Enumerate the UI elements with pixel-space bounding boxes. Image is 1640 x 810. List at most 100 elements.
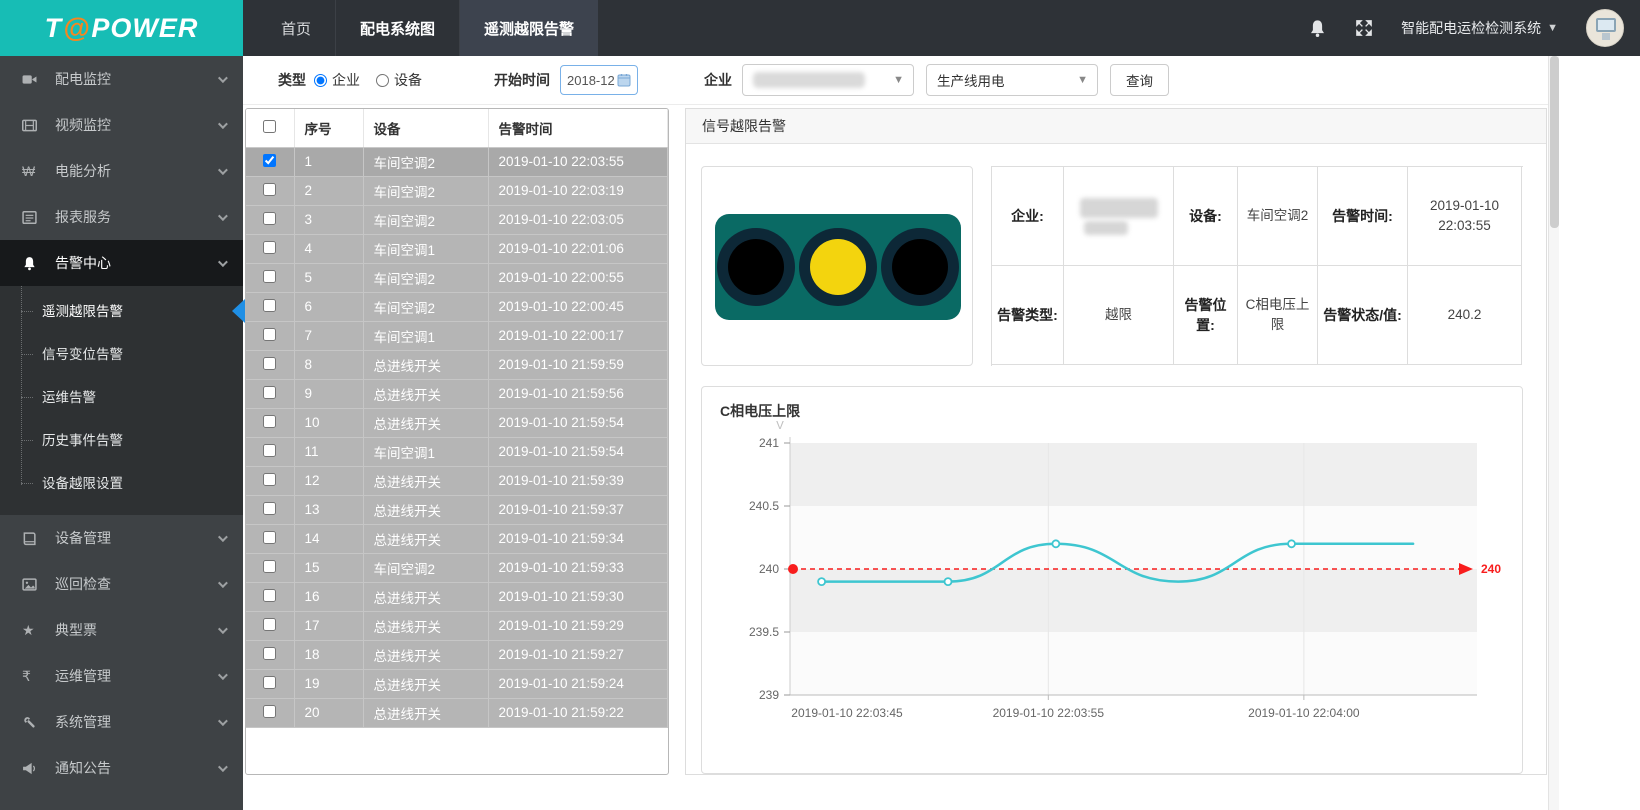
row-checkbox[interactable] — [263, 357, 276, 370]
nav-tab-home[interactable]: 首页 — [257, 0, 335, 56]
chevron-down-icon — [218, 165, 228, 175]
sidebar-subitem-history-event-alarm[interactable]: 历史事件告警 — [0, 419, 243, 462]
table-row[interactable]: 11 车间空调1 2019-01-10 21:59:54 — [246, 437, 668, 466]
row-checkbox[interactable] — [263, 328, 276, 341]
sidebar-item-device-mgmt[interactable]: 设备管理 — [0, 515, 243, 561]
table-row[interactable]: 15 车间空调2 2019-01-10 21:59:33 — [246, 553, 668, 582]
table-row[interactable]: 3 车间空调2 2019-01-10 22:03:05 — [246, 205, 668, 234]
user-avatar[interactable] — [1586, 9, 1624, 47]
row-checkbox[interactable] — [263, 241, 276, 254]
row-checkbox[interactable] — [263, 589, 276, 602]
row-checkbox[interactable] — [263, 676, 276, 689]
alarm-info-table: 企业:设备:车间空调2告警时间:2019-01-10 22:03:55告警类型:… — [991, 166, 1523, 366]
sidebar-subitem-signal-change-alarm[interactable]: 信号变位告警 — [0, 333, 243, 376]
row-checkbox[interactable] — [263, 647, 276, 660]
chevron-down-icon — [218, 532, 228, 542]
radio-input[interactable] — [314, 74, 327, 87]
report-icon — [22, 210, 42, 225]
traffic-lamp-1 — [799, 228, 877, 306]
table-row[interactable]: 16 总进线开关 2019-01-10 21:59:30 — [246, 582, 668, 611]
system-title-dropdown[interactable]: 智能配电运检检测系统 ▼ — [1401, 18, 1558, 38]
table-row[interactable]: 5 车间空调2 2019-01-10 22:00:55 — [246, 263, 668, 292]
info-value: 越限 — [1064, 266, 1174, 365]
line-select[interactable]: 生产线用电 ▼ — [926, 64, 1098, 96]
table-row[interactable]: 20 总进线开关 2019-01-10 21:59:22 — [246, 698, 668, 727]
sidebar-item-distribution-monitor[interactable]: 配电监控 — [0, 56, 243, 102]
notification-bell-icon[interactable] — [1308, 19, 1327, 38]
table-row[interactable]: 9 总进线开关 2019-01-10 21:59:56 — [246, 379, 668, 408]
sidebar-subitem-device-limit-setting[interactable]: 设备越限设置 — [0, 462, 243, 505]
app-logo: T@POWER — [0, 0, 243, 56]
table-row[interactable]: 13 总进线开关 2019-01-10 21:59:37 — [246, 495, 668, 524]
chevron-down-icon — [218, 73, 228, 83]
row-checkbox[interactable] — [263, 270, 276, 283]
system-title: 智能配电运检检测系统 — [1401, 18, 1541, 38]
table-row[interactable]: 2 车间空调2 2019-01-10 22:03:19 — [246, 176, 668, 205]
nav-tab-distribution-diagram[interactable]: 配电系统图 — [335, 0, 459, 56]
page-scrollbar-thumb[interactable] — [1550, 56, 1559, 228]
fullscreen-icon[interactable] — [1355, 19, 1373, 37]
logo-leaf-icon: @ — [62, 13, 91, 44]
table-row[interactable]: 17 总进线开关 2019-01-10 21:59:29 — [246, 611, 668, 640]
sidebar-item-alarm-center[interactable]: 告警中心 — [0, 240, 243, 286]
masked-company-text — [753, 72, 865, 88]
table-row[interactable]: 1 车间空调2 2019-01-10 22:03:55 — [246, 147, 668, 176]
nav-tab-telemetry-limit-alarm[interactable]: 遥测越限告警 — [459, 0, 598, 56]
sidebar-subitem-telemetry-limit-alarm[interactable]: 遥测越限告警 — [0, 290, 243, 333]
table-row[interactable]: 18 总进线开关 2019-01-10 21:59:27 — [246, 640, 668, 669]
sidebar-item-energy-analysis[interactable]: ₩ 电能分析 — [0, 148, 243, 194]
megaphone-icon — [22, 761, 42, 776]
row-checkbox[interactable] — [263, 154, 276, 167]
table-row[interactable]: 6 车间空调2 2019-01-10 22:00:45 — [246, 292, 668, 321]
sidebar-item-typical-ticket[interactable]: ★ 典型票 — [0, 607, 243, 653]
traffic-lamp-0 — [717, 228, 795, 306]
sidebar-item-patrol-inspection[interactable]: 巡回检查 — [0, 561, 243, 607]
query-button[interactable]: 查询 — [1110, 64, 1169, 96]
table-row[interactable]: 19 总进线开关 2019-01-10 21:59:24 — [246, 669, 668, 698]
table-row[interactable]: 10 总进线开关 2019-01-10 21:59:54 — [246, 408, 668, 437]
row-checkbox[interactable] — [263, 705, 276, 718]
sidebar-item-system-mgmt[interactable]: 系统管理 — [0, 699, 243, 745]
table-row[interactable]: 4 车间空调1 2019-01-10 22:01:06 — [246, 234, 668, 263]
chevron-down-icon — [218, 578, 228, 588]
row-checkbox[interactable] — [263, 531, 276, 544]
sidebar-item-report-service[interactable]: 报表服务 — [0, 194, 243, 240]
table-row[interactable]: 7 车间空调1 2019-01-10 22:00:17 — [246, 321, 668, 350]
info-value: 车间空调2 — [1238, 167, 1318, 266]
table-row[interactable]: 14 总进线开关 2019-01-10 21:59:34 — [246, 524, 668, 553]
table-row[interactable]: 8 总进线开关 2019-01-10 21:59:59 — [246, 350, 668, 379]
row-checkbox[interactable] — [263, 183, 276, 196]
sidebar-item-notice[interactable]: 通知公告 — [0, 745, 243, 791]
table-header-row: 序号 设备 告警时间 — [246, 109, 668, 147]
row-checkbox[interactable] — [263, 444, 276, 457]
radio-input[interactable] — [376, 74, 389, 87]
chevron-down-icon: ▼ — [1077, 74, 1088, 86]
info-label: 告警类型: — [992, 266, 1064, 365]
row-checkbox[interactable] — [263, 415, 276, 428]
row-checkbox[interactable] — [263, 212, 276, 225]
sidebar-item-video-monitor[interactable]: 视频监控 — [0, 102, 243, 148]
row-checkbox[interactable] — [263, 618, 276, 631]
type-radio-0[interactable]: 企业 — [314, 70, 360, 90]
svg-text:240: 240 — [759, 562, 779, 576]
row-checkbox[interactable] — [263, 560, 276, 573]
row-checkbox[interactable] — [263, 473, 276, 486]
select-all-checkbox[interactable] — [263, 120, 276, 133]
row-checkbox[interactable] — [263, 386, 276, 399]
sidebar-subitem-ops-alarm[interactable]: 运维告警 — [0, 376, 243, 419]
book-icon — [22, 531, 42, 546]
row-checkbox[interactable] — [263, 299, 276, 312]
table-row[interactable]: 12 总进线开关 2019-01-10 21:59:39 — [246, 466, 668, 495]
logo-text-left: T — [45, 13, 63, 44]
alarm-table: 序号 设备 告警时间 1 车间空调2 2019-01-10 22:03:55 2… — [246, 109, 668, 728]
company-select[interactable]: ▼ — [742, 64, 914, 96]
row-checkbox[interactable] — [263, 502, 276, 515]
masked-company-text — [1080, 198, 1158, 218]
start-time-input[interactable]: 2018-12 — [560, 65, 638, 95]
wrench-icon — [22, 715, 42, 730]
type-radio-1[interactable]: 设备 — [376, 70, 422, 90]
nav-tabs: 首页配电系统图遥测越限告警 — [257, 0, 598, 56]
info-value: 2019-01-10 22:03:55 — [1408, 167, 1522, 266]
sidebar-item-ops-mgmt[interactable]: ₹ 运维管理 — [0, 653, 243, 699]
chevron-down-icon — [218, 624, 228, 634]
